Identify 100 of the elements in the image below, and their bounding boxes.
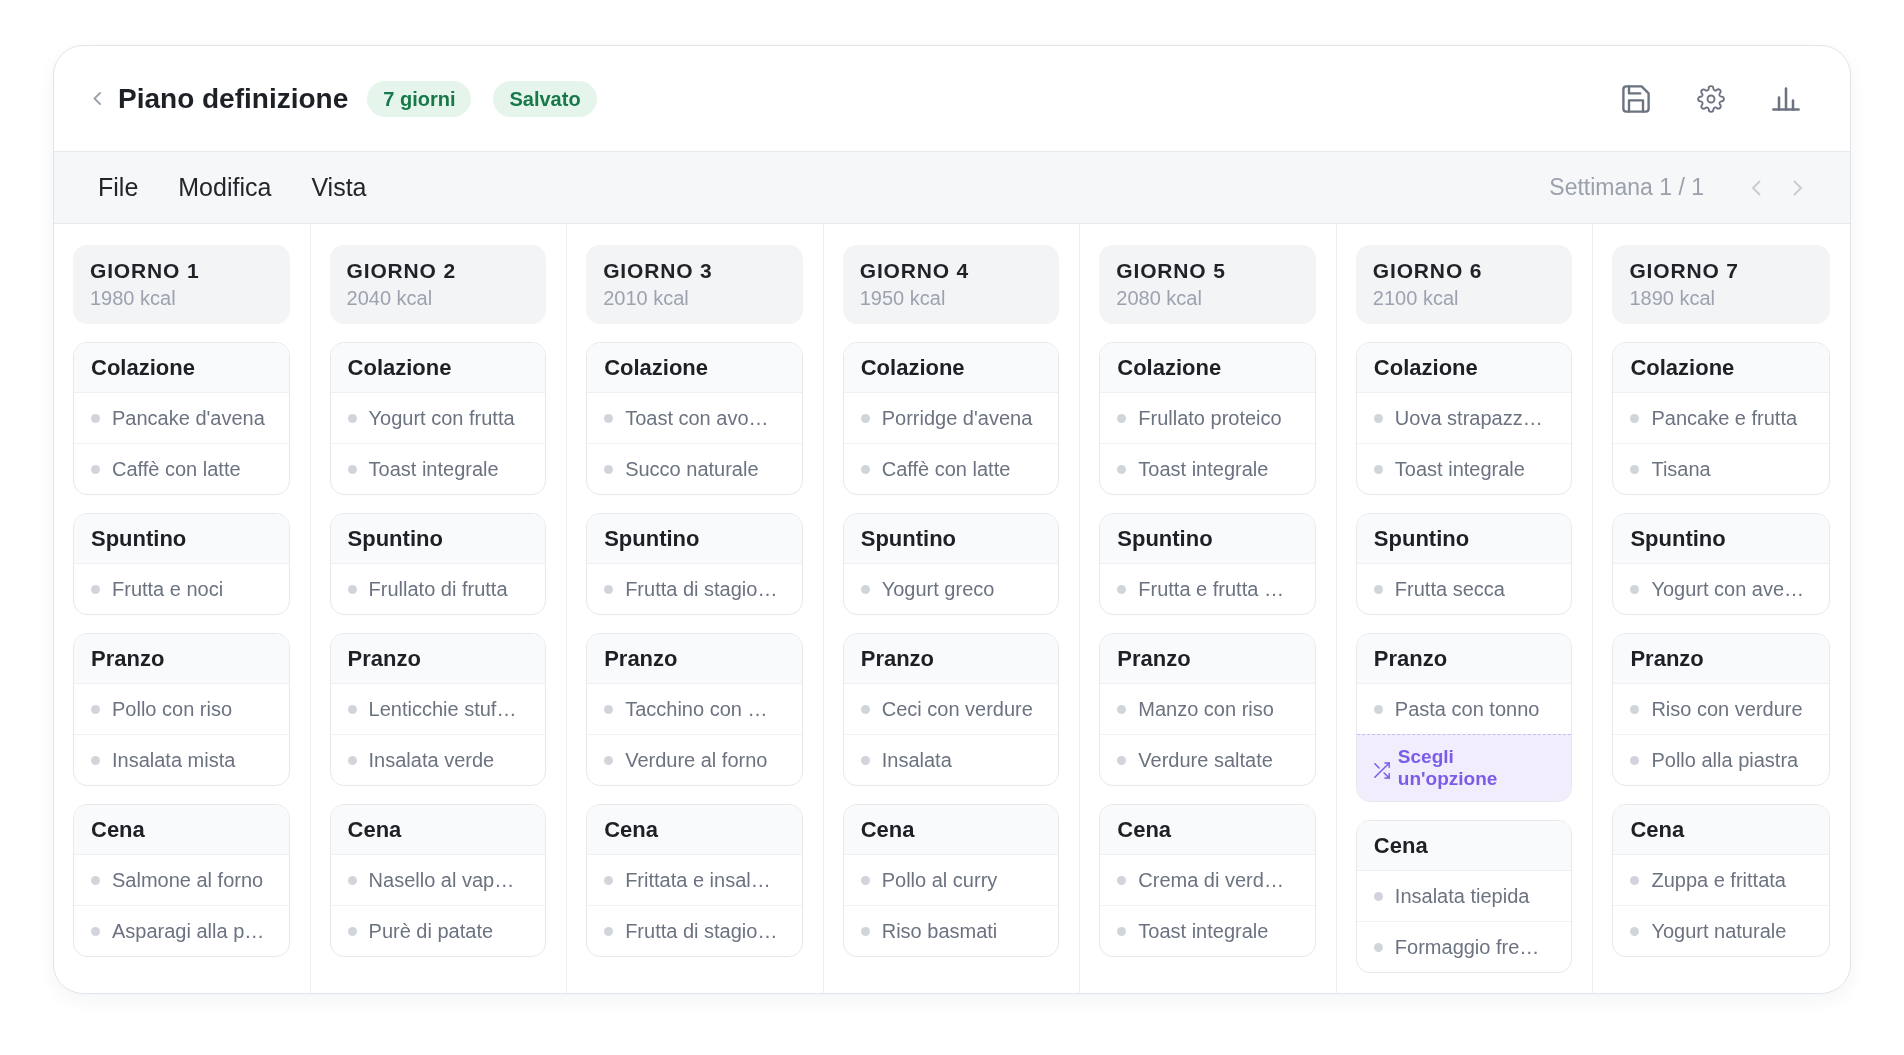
bullet-icon bbox=[1373, 413, 1383, 423]
bullet-icon bbox=[1373, 464, 1383, 474]
meal-title: Spuntino bbox=[330, 514, 546, 564]
bullet-icon bbox=[1117, 926, 1127, 936]
food-item: Toast integrale bbox=[1394, 457, 1525, 481]
food-item: Frutta secca bbox=[1394, 577, 1505, 601]
bullet-icon bbox=[604, 926, 614, 936]
food-item: Pollo con riso bbox=[112, 697, 233, 721]
meal-title: Cena bbox=[1100, 805, 1315, 855]
meal-title: Pranzo bbox=[1356, 634, 1572, 684]
meal-title: Colazione bbox=[1356, 343, 1572, 393]
bullet-icon bbox=[604, 755, 614, 765]
shuffle-icon bbox=[1373, 761, 1390, 779]
bullet-icon bbox=[91, 704, 100, 714]
bullet-icon bbox=[604, 464, 614, 474]
food-item: Ceci con verdure bbox=[881, 697, 1033, 721]
food-item: Tisana bbox=[1651, 457, 1711, 481]
food-item: Pancake e frutta bbox=[1651, 406, 1798, 430]
bullet-icon bbox=[1117, 413, 1127, 423]
bullet-icon bbox=[91, 584, 100, 594]
bullet-icon bbox=[91, 755, 100, 765]
bullet-icon bbox=[1373, 891, 1383, 901]
day-calories: 1890 kcal bbox=[1629, 286, 1717, 311]
settings-icon bbox=[1697, 84, 1725, 113]
food-item: Verdure al forno bbox=[625, 748, 768, 772]
day-calories: 1980 kcal bbox=[90, 286, 177, 311]
bullet-icon bbox=[347, 704, 357, 714]
meal-title: Spuntino bbox=[74, 514, 289, 564]
meal-title: Pranzo bbox=[587, 634, 802, 684]
bullet-icon bbox=[347, 926, 357, 936]
food-item: Lenticchie stuf… bbox=[368, 697, 517, 721]
meal-title: Colazione bbox=[74, 343, 289, 393]
meal-title: Spuntino bbox=[843, 514, 1059, 564]
bullet-icon bbox=[1117, 584, 1127, 594]
food-item: Riso con verdure bbox=[1651, 697, 1803, 721]
bullet-icon bbox=[91, 464, 100, 474]
food-item: Caffè con latte bbox=[881, 457, 1011, 481]
food-item: Insalata bbox=[881, 748, 952, 772]
bullet-icon bbox=[347, 584, 357, 594]
food-item: Pancake d'avena bbox=[112, 406, 265, 430]
bullet-icon bbox=[860, 755, 870, 765]
bullet-icon bbox=[1630, 875, 1640, 885]
food-item: Frutta di stagio… bbox=[625, 919, 778, 943]
bullet-icon bbox=[860, 464, 870, 474]
food-item: Verdure saltate bbox=[1138, 748, 1273, 772]
day-calories: 1950 kcal bbox=[859, 286, 947, 311]
food-item: Frutta di stagio… bbox=[625, 577, 778, 601]
menu-item[interactable]: Vista bbox=[311, 169, 367, 206]
food-item: Porridge d'avena bbox=[881, 406, 1033, 430]
status-tag: Salvato bbox=[493, 80, 597, 117]
meal-title: Colazione bbox=[330, 343, 546, 393]
bar-chart-icon bbox=[1772, 84, 1800, 113]
food-item: Toast con avo… bbox=[625, 406, 769, 430]
meal-title: Cena bbox=[587, 805, 802, 855]
bullet-icon bbox=[860, 875, 870, 885]
plan-title: Piano definizione bbox=[118, 82, 349, 115]
bullet-icon bbox=[91, 413, 100, 423]
bullet-icon bbox=[1373, 942, 1383, 952]
food-item: Yogurt naturale bbox=[1651, 919, 1787, 943]
choose-option-button[interactable]: Scegli un'opzione bbox=[1356, 734, 1572, 801]
food-item: Insalata verde bbox=[368, 748, 495, 772]
day-title: GIORNO 6 bbox=[1372, 258, 1484, 284]
meal-title: Pranzo bbox=[330, 634, 546, 684]
bullet-icon bbox=[604, 704, 614, 714]
food-item: Purè di patate bbox=[368, 919, 494, 943]
status-tag: 7 giorni bbox=[367, 80, 472, 117]
day-calories: 2080 kcal bbox=[1116, 286, 1203, 311]
food-item: Asparagi alla p… bbox=[112, 919, 265, 943]
menu-item[interactable]: Modifica bbox=[178, 169, 272, 206]
meal-title: Cena bbox=[74, 805, 289, 855]
meal-title: Spuntino bbox=[1356, 514, 1572, 564]
meal-title: Spuntino bbox=[1613, 514, 1829, 564]
meal-title: Pranzo bbox=[1613, 634, 1829, 684]
bullet-icon bbox=[1117, 464, 1127, 474]
bullet-icon bbox=[860, 584, 870, 594]
food-item: Insalata tiepida bbox=[1394, 884, 1530, 908]
bullet-icon bbox=[347, 413, 357, 423]
meal-title: Spuntino bbox=[1100, 514, 1315, 564]
bullet-icon bbox=[347, 875, 357, 885]
food-item: Toast integrale bbox=[368, 457, 499, 481]
food-item: Salmone al forno bbox=[112, 868, 264, 892]
bullet-icon bbox=[1630, 413, 1640, 423]
food-item: Succo naturale bbox=[625, 457, 759, 481]
bullet-icon bbox=[860, 413, 870, 423]
day-calories: 2040 kcal bbox=[346, 286, 434, 311]
bullet-icon bbox=[1117, 755, 1127, 765]
meal-title: Cena bbox=[843, 805, 1059, 855]
food-item: Frullato di frutta bbox=[368, 577, 508, 601]
food-item: Yogurt con frutta bbox=[368, 406, 515, 430]
bullet-icon bbox=[347, 464, 357, 474]
menu-item[interactable]: File bbox=[98, 169, 139, 206]
food-item: Riso basmati bbox=[881, 919, 998, 943]
bullet-icon bbox=[1117, 875, 1127, 885]
meal-title: Colazione bbox=[587, 343, 802, 393]
meal-title: Spuntino bbox=[587, 514, 802, 564]
food-item: Zuppa e frittata bbox=[1651, 868, 1786, 892]
food-item: Toast integrale bbox=[1138, 919, 1269, 943]
meal-title: Pranzo bbox=[74, 634, 289, 684]
food-item: Pollo alla piastra bbox=[1651, 748, 1799, 772]
meal-title: Cena bbox=[330, 805, 546, 855]
